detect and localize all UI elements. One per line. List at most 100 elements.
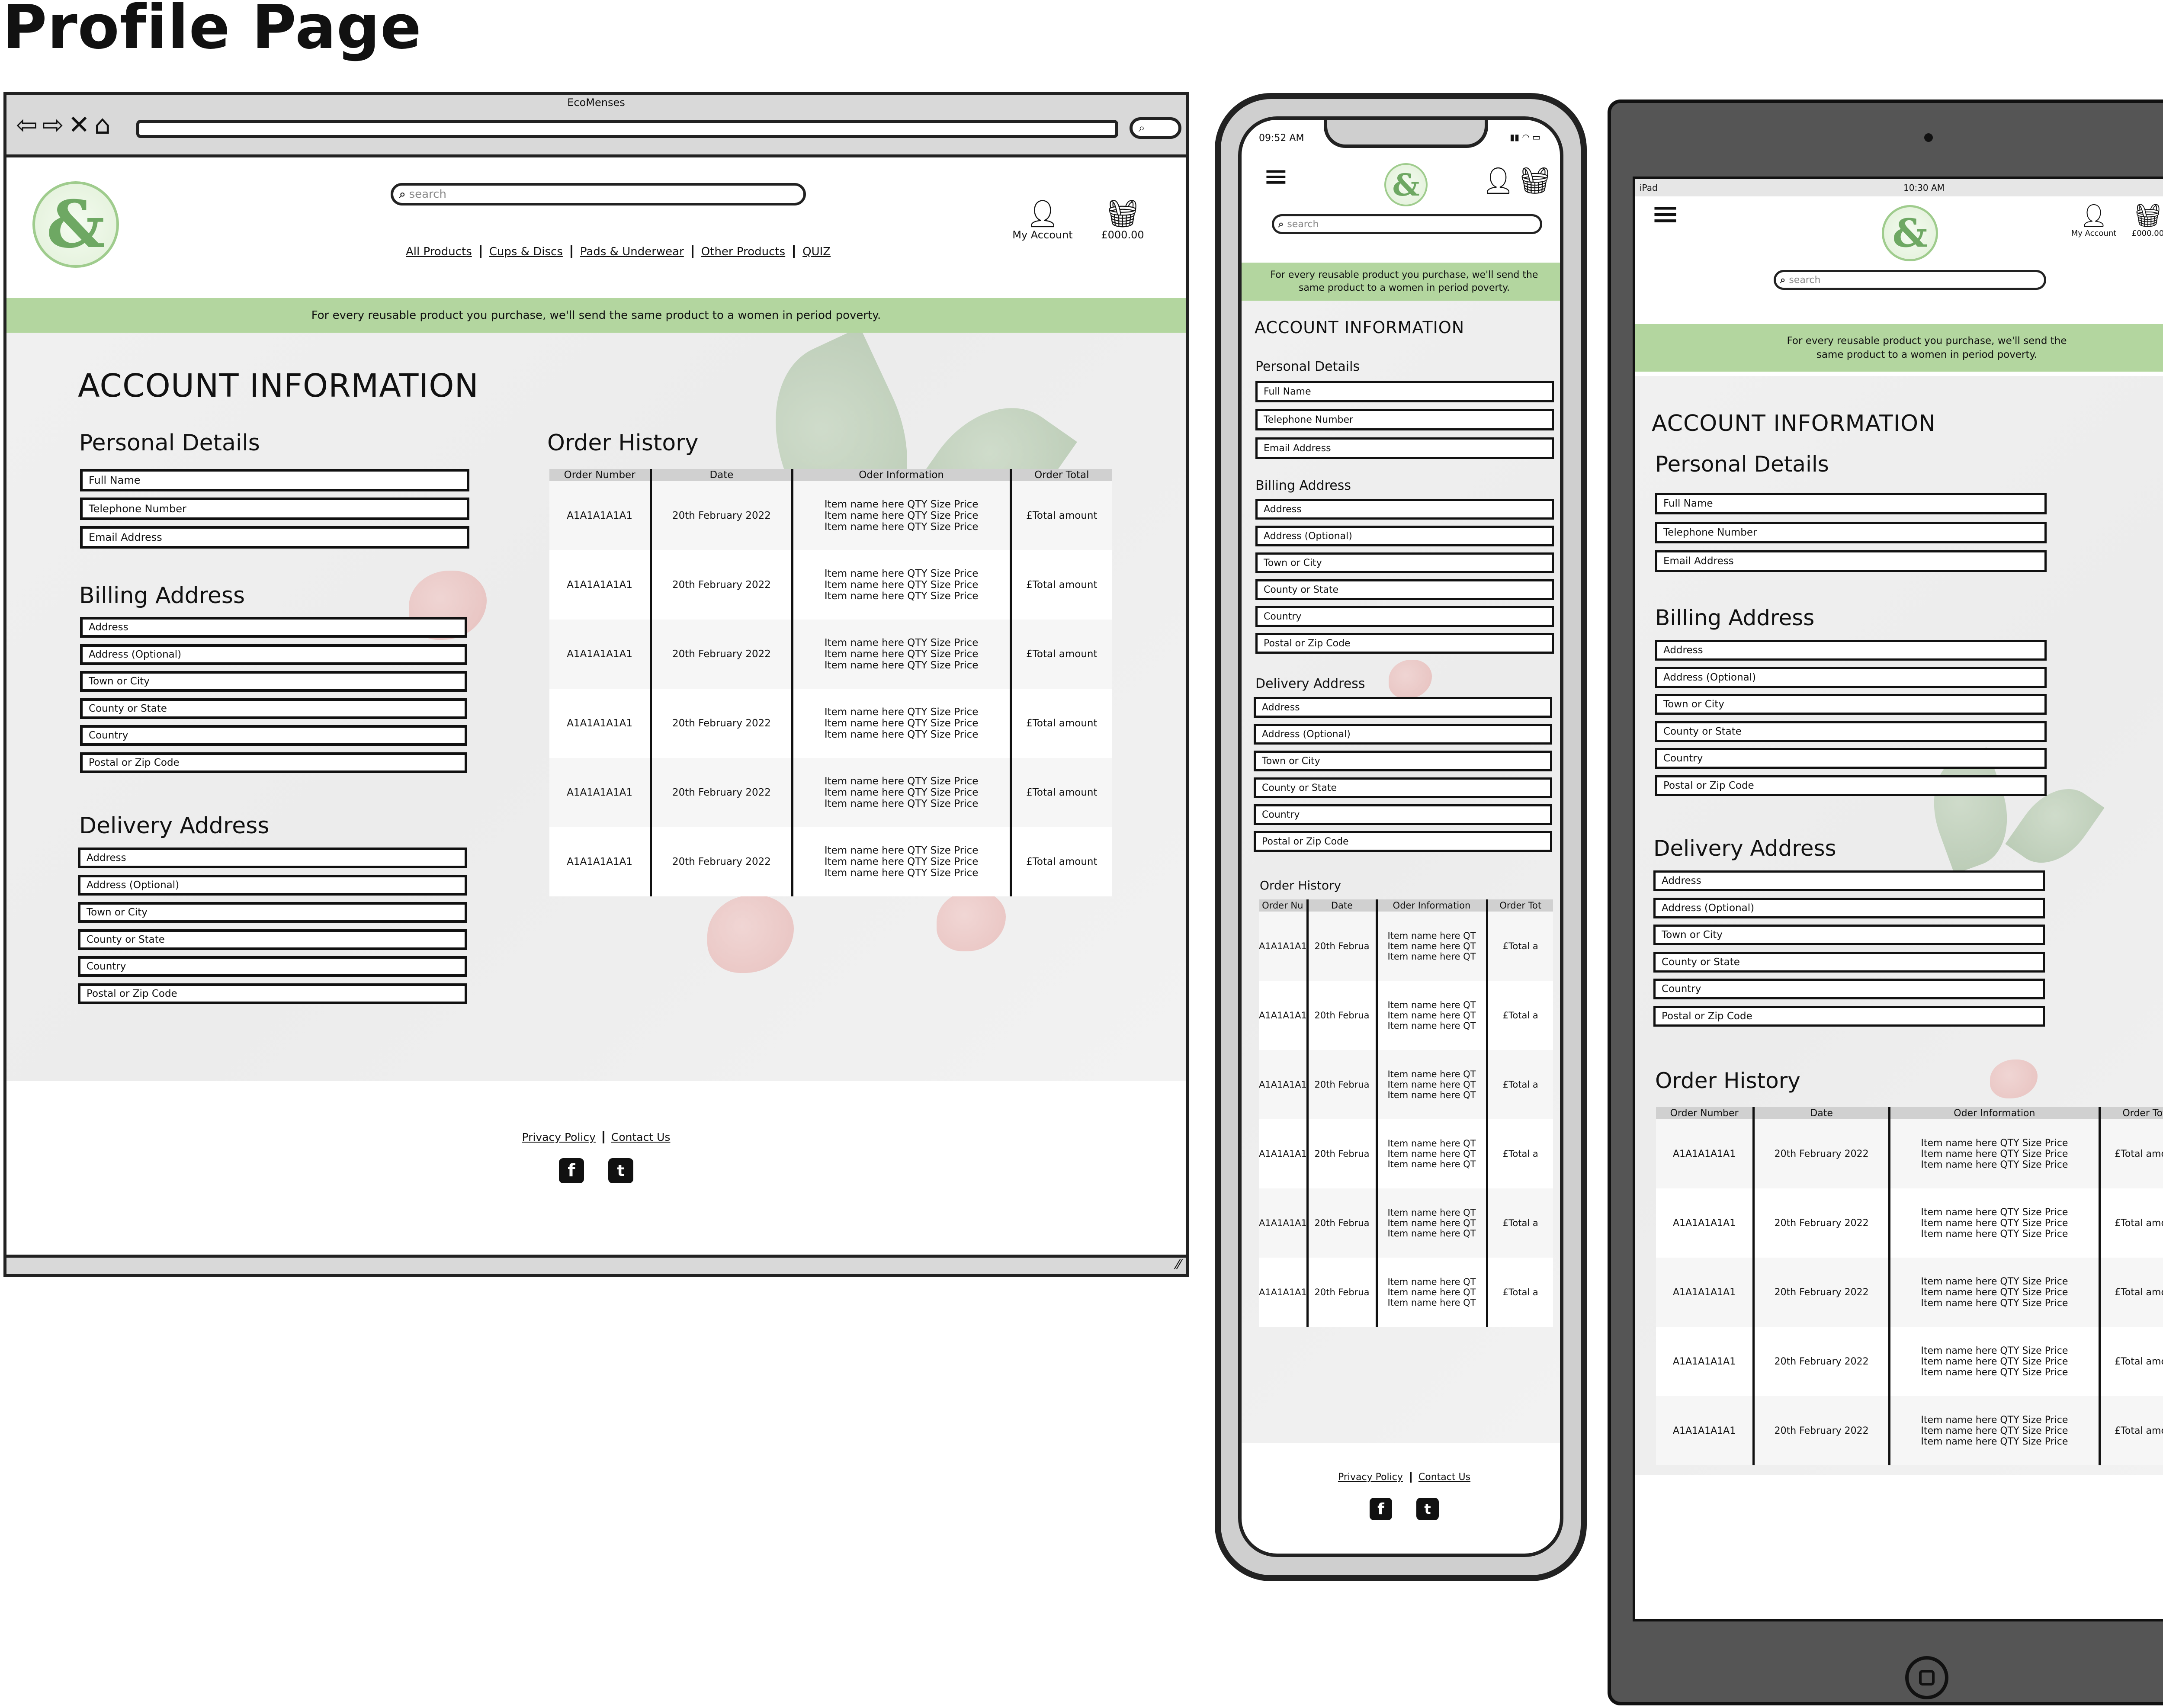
table-row[interactable]: A1A1A1A1A1 20th February 2022 Item name he… <box>549 827 1112 896</box>
billing-postcode-field[interactable]: Postal or Zip Code <box>80 752 467 773</box>
billing-address-field[interactable]: Address <box>1655 640 2047 661</box>
search-input[interactable]: ⌕ search <box>1774 270 2046 290</box>
nav-cups-discs[interactable]: Cups & Discs <box>481 245 572 258</box>
billing-county-field[interactable]: County or State <box>1255 579 1554 600</box>
billing-address-optional-field[interactable]: Address (Optional) <box>1255 526 1554 546</box>
hamburger-menu-icon[interactable]: ≡ <box>1263 161 1289 191</box>
telephone-field[interactable]: Telephone Number <box>1255 409 1554 430</box>
my-account-button[interactable]: 👤︎ My Account <box>1010 199 1075 241</box>
delivery-postcode-field[interactable]: Postal or Zip Code <box>1254 831 1552 852</box>
table-row[interactable]: A1A1A1A1A1 20th February 2022 Item name he… <box>1656 1396 2163 1465</box>
telephone-field[interactable]: Telephone Number <box>1655 522 2047 543</box>
email-field[interactable]: Email Address <box>1255 437 1554 459</box>
table-row[interactable]: A1A1A1A1A1 20th February 2022 Item name he… <box>1656 1188 2163 1258</box>
billing-county-field[interactable]: County or State <box>80 698 467 719</box>
table-row[interactable]: A1A1A1A1 20th Februa Item name here QT Item… <box>1259 981 1553 1050</box>
table-row[interactable]: A1A1A1A1A1 20th February 2022 Item name he… <box>549 620 1112 689</box>
billing-country-field[interactable]: Country <box>1655 748 2047 769</box>
email-field[interactable]: Email Address <box>1655 550 2047 572</box>
basket-icon[interactable]: 🧺︎ <box>1518 165 1551 196</box>
billing-town-field[interactable]: Town or City <box>1655 694 2047 715</box>
table-row[interactable]: A1A1A1A1A1 20th February 2022 Item name he… <box>549 758 1112 827</box>
table-row[interactable]: A1A1A1A1 20th Februa Item name here QT Item… <box>1259 912 1553 981</box>
billing-county-field[interactable]: County or State <box>1655 721 2047 742</box>
delivery-address-optional-field[interactable]: Address (Optional) <box>1254 724 1552 745</box>
full-name-field[interactable]: Full Name <box>80 469 469 491</box>
billing-address-optional-field[interactable]: Address (Optional) <box>1655 667 2047 688</box>
twitter-icon[interactable]: t <box>1416 1498 1439 1520</box>
facebook-icon[interactable]: f <box>559 1158 584 1183</box>
billing-town-field[interactable]: Town or City <box>1255 552 1554 573</box>
delivery-postcode-field[interactable]: Postal or Zip Code <box>78 983 467 1004</box>
telephone-field[interactable]: Telephone Number <box>80 498 469 520</box>
url-bar[interactable] <box>136 120 1118 138</box>
table-row[interactable]: A1A1A1A1A1 20th February 2022 Item name he… <box>549 550 1112 620</box>
privacy-policy-link[interactable]: Privacy Policy <box>1331 1472 1412 1483</box>
billing-town-field[interactable]: Town or City <box>80 671 467 692</box>
forward-arrow-icon[interactable]: ⇨ <box>42 110 68 140</box>
billing-postcode-field[interactable]: Postal or Zip Code <box>1655 775 2047 796</box>
back-arrow-icon[interactable]: ⇦ <box>16 110 42 140</box>
billing-country-field[interactable]: Country <box>1255 606 1554 627</box>
my-account-button[interactable]: 👤︎ My Account <box>2068 203 2120 238</box>
table-row[interactable]: A1A1A1A1A1 20th February 2022 Item name he… <box>1656 1327 2163 1396</box>
logo[interactable]: & <box>1380 159 1432 211</box>
logo[interactable]: & <box>24 177 128 272</box>
full-name-field[interactable]: Full Name <box>1255 381 1554 402</box>
hamburger-menu-icon[interactable]: ≡ <box>1651 196 1680 231</box>
delivery-county-field[interactable]: County or State <box>1653 952 2045 973</box>
basket-button[interactable]: 🧺︎ £000.00 <box>1092 199 1153 241</box>
search-input[interactable]: ⌕ search <box>1272 214 1542 234</box>
email-field[interactable]: Email Address <box>80 526 469 549</box>
delivery-country-field[interactable]: Country <box>78 956 467 977</box>
delivery-postcode-field[interactable]: Postal or Zip Code <box>1653 1006 2045 1027</box>
table-row[interactable]: A1A1A1A1 20th Februa Item name here QT Item… <box>1259 1258 1553 1327</box>
basket-button[interactable]: 🧺︎ £000.00 <box>2124 203 2163 238</box>
table-row[interactable]: A1A1A1A1 20th Februa Item name here QT Item… <box>1259 1119 1553 1188</box>
desktop-browser-window: EcoMenses ⇦⇨✕⌂ ⌕ & ⌕ search All Products … <box>3 92 1189 1277</box>
delivery-town-field[interactable]: Town or City <box>1653 925 2045 945</box>
delivery-address-field[interactable]: Address <box>1254 697 1552 718</box>
contact-us-link[interactable]: Contact Us <box>604 1131 677 1143</box>
delivery-address-optional-field[interactable]: Address (Optional) <box>78 875 467 896</box>
full-name-field[interactable]: Full Name <box>1655 493 2047 514</box>
facebook-icon[interactable]: f <box>1370 1498 1392 1520</box>
delivery-country-field[interactable]: Country <box>1254 804 1552 825</box>
table-row[interactable]: A1A1A1A1 20th Februa Item name here QT Item… <box>1259 1050 1553 1119</box>
user-icon[interactable]: 👤︎ <box>1482 165 1515 196</box>
browser-search-box[interactable]: ⌕ <box>1130 117 1181 139</box>
nav-quiz[interactable]: QUIZ <box>795 245 838 258</box>
table-row[interactable]: A1A1A1A1 20th Februa Item name here QT Item… <box>1259 1188 1553 1258</box>
billing-country-field[interactable]: Country <box>80 725 467 746</box>
delivery-country-field[interactable]: Country <box>1653 979 2045 999</box>
delivery-address-field[interactable]: Address <box>78 848 467 868</box>
nav-other-products[interactable]: Other Products <box>693 245 795 258</box>
tablet-home-button[interactable] <box>1905 1656 1948 1699</box>
nav-pads-underwear[interactable]: Pads & Underwear <box>572 245 693 258</box>
twitter-icon[interactable]: t <box>608 1158 633 1183</box>
billing-address-optional-field[interactable]: Address (Optional) <box>80 644 467 665</box>
order-info: Item name here QTY Size Price Item name h… <box>791 689 1011 758</box>
search-input[interactable]: ⌕ search <box>391 183 806 205</box>
delivery-address-optional-field[interactable]: Address (Optional) <box>1653 898 2045 918</box>
nav-all-products[interactable]: All Products <box>398 245 481 258</box>
table-row[interactable]: A1A1A1A1A1 20th February 2022 Item name he… <box>1656 1258 2163 1327</box>
close-icon[interactable]: ✕ <box>68 110 94 140</box>
delivery-county-field[interactable]: County or State <box>1254 777 1552 798</box>
account-content: ACCOUNT INFORMATION Personal Details Ful… <box>1242 301 1560 1443</box>
table-row[interactable]: A1A1A1A1A1 20th February 2022 Item name he… <box>549 689 1112 758</box>
privacy-policy-link[interactable]: Privacy Policy <box>515 1131 604 1143</box>
logo[interactable]: & <box>1877 201 1942 266</box>
resize-grip-icon[interactable]: ⁄⁄ <box>1176 1257 1181 1272</box>
table-row[interactable]: A1A1A1A1A1 20th February 2022 Item name he… <box>549 481 1112 550</box>
billing-postcode-field[interactable]: Postal or Zip Code <box>1255 633 1554 654</box>
home-icon[interactable]: ⌂ <box>94 110 115 140</box>
delivery-county-field[interactable]: County or State <box>78 929 467 950</box>
billing-address-field[interactable]: Address <box>1255 499 1554 520</box>
contact-us-link[interactable]: Contact Us <box>1412 1472 1477 1483</box>
billing-address-field[interactable]: Address <box>80 617 467 638</box>
table-row[interactable]: A1A1A1A1A1 20th February 2022 Item name he… <box>1656 1119 2163 1188</box>
delivery-town-field[interactable]: Town or City <box>1254 751 1552 771</box>
delivery-town-field[interactable]: Town or City <box>78 902 467 923</box>
delivery-address-field[interactable]: Address <box>1653 870 2045 891</box>
